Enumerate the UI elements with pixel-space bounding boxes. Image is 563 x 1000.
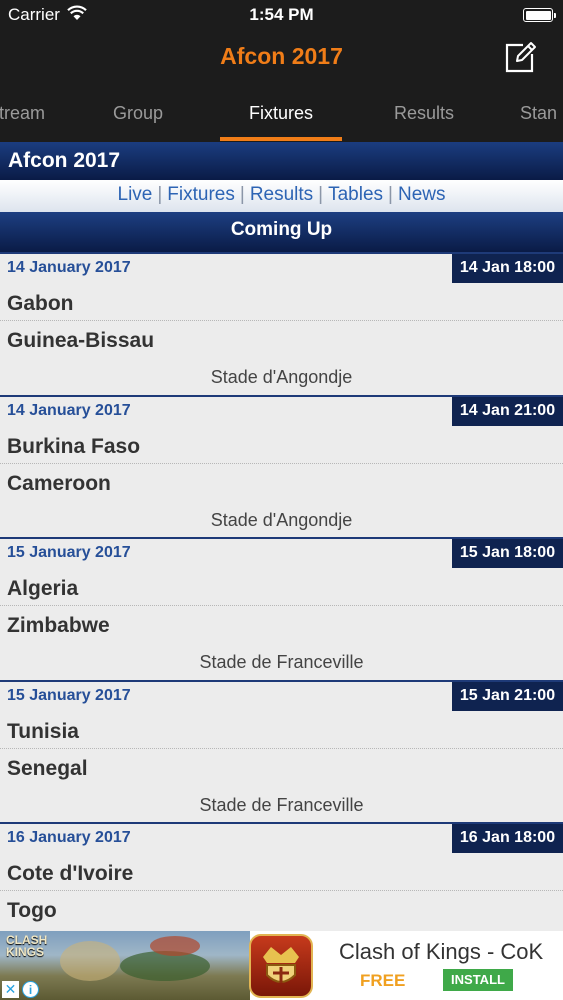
home-team: Cote d'Ivoire xyxy=(0,854,563,891)
link-separator: | xyxy=(157,184,163,205)
ad-art-shape xyxy=(120,951,210,981)
fixture-header: 14 January 2017 14 Jan 18:00 xyxy=(0,254,563,284)
link-news[interactable]: News xyxy=(398,184,446,205)
link-separator: | xyxy=(388,184,393,205)
compose-icon[interactable] xyxy=(503,40,537,74)
home-team: Burkina Faso xyxy=(0,427,563,464)
ad-close-icon[interactable]: ✕ xyxy=(2,981,19,998)
tab-fixtures[interactable]: Fixtures xyxy=(220,92,342,142)
ad-banner[interactable]: CLASH KINGS ✕ i Clash of Kings - CoK FRE… xyxy=(0,931,563,1000)
ad-art-shape xyxy=(60,941,120,981)
status-bar: Carrier 1:54 PM xyxy=(0,0,563,30)
ad-info-icon[interactable]: i xyxy=(22,981,39,998)
fixture-kickoff: 14 Jan 21:00 xyxy=(452,396,563,426)
away-team: Senegal xyxy=(7,756,88,780)
fixture-list: 14 January 2017 14 Jan 18:00 Gabon Guine… xyxy=(0,252,563,965)
tab-stream[interactable]: tream xyxy=(0,92,52,142)
link-tables[interactable]: Tables xyxy=(328,184,383,205)
fixture-venue: Stade de Franceville xyxy=(199,794,364,815)
site-header: Afcon 2017 Live | Fixtures | Results | Tables |… xyxy=(0,142,563,212)
ad-logo-line: KINGS xyxy=(6,945,45,959)
fixture-kickoff: 15 Jan 21:00 xyxy=(452,681,563,711)
home-team: Algeria xyxy=(0,569,563,606)
home-team: Gabon xyxy=(0,284,563,321)
ad-art-shape xyxy=(150,936,200,956)
fixture-date: 15 January 2017 xyxy=(7,686,131,704)
home-team: Tunisia xyxy=(0,712,563,749)
fixture-venue: Stade de Franceville xyxy=(199,652,364,672)
nav-title: Afcon 2017 xyxy=(220,43,343,69)
fixture-header: 15 January 2017 15 Jan 21:00 xyxy=(0,681,563,712)
fixture-card[interactable]: 14 January 2017 14 Jan 21:00 Burkina Fas… xyxy=(0,394,563,538)
tab-results[interactable]: Results xyxy=(382,92,466,142)
fixture-date: 14 January 2017 xyxy=(7,259,131,276)
away-team: Cameroon xyxy=(7,471,111,495)
away-team: Zimbabwe xyxy=(7,614,110,637)
site-title: Afcon 2017 xyxy=(0,142,563,180)
link-results[interactable]: Results xyxy=(250,184,313,205)
top-bar: Carrier 1:54 PM Afcon 2017 tream Group F… xyxy=(0,0,563,142)
ad-logo: CLASH KINGS xyxy=(6,934,47,958)
install-button[interactable]: INSTALL xyxy=(443,969,513,991)
ad-title[interactable]: Clash of Kings - CoK xyxy=(339,939,543,965)
fixture-card[interactable]: 15 January 2017 15 Jan 18:00 Algeria Zim… xyxy=(0,537,563,680)
link-separator: | xyxy=(318,184,324,205)
fixture-date: 14 January 2017 xyxy=(7,401,131,419)
tab-bar: tream Group Fixtures Results Stan xyxy=(0,92,563,142)
fixture-header: 15 January 2017 15 Jan 18:00 xyxy=(0,539,563,569)
app-icon[interactable] xyxy=(249,934,313,998)
fixture-venue: Stade d'Angondje xyxy=(210,509,353,530)
fixture-card[interactable]: 14 January 2017 14 Jan 18:00 Gabon Guine… xyxy=(0,252,563,395)
away-team: Guinea-Bissau xyxy=(7,329,155,352)
fixture-kickoff: 16 Jan 18:00 xyxy=(452,824,563,853)
fixture-venue: Stade d'Angondje xyxy=(210,367,353,387)
fixture-date: 15 January 2017 xyxy=(7,544,131,561)
fixture-header: 16 January 2017 16 Jan 18:00 xyxy=(0,824,563,854)
link-fixtures[interactable]: Fixtures xyxy=(167,184,235,205)
away-team: Togo xyxy=(7,899,57,922)
battery-icon xyxy=(523,8,556,22)
quick-links: Live | Fixtures | Results | Tables | News xyxy=(0,180,563,212)
link-separator: | xyxy=(239,184,245,205)
link-live[interactable]: Live xyxy=(118,184,153,205)
fixture-kickoff: 15 Jan 18:00 xyxy=(452,539,563,568)
clock: 1:54 PM xyxy=(249,5,314,24)
crown-shield-icon xyxy=(263,947,299,983)
section-heading-coming-up: Coming Up xyxy=(0,212,563,252)
fixture-card[interactable]: 15 January 2017 15 Jan 21:00 Tunisia Sen… xyxy=(0,679,563,823)
fixture-date: 16 January 2017 xyxy=(7,829,131,846)
fixture-kickoff: 14 Jan 18:00 xyxy=(452,254,563,283)
tab-group[interactable]: Group xyxy=(96,92,180,142)
ad-price: FREE xyxy=(360,971,406,990)
fixture-header: 14 January 2017 14 Jan 21:00 xyxy=(0,396,563,427)
tab-standings[interactable]: Stan xyxy=(520,92,563,142)
